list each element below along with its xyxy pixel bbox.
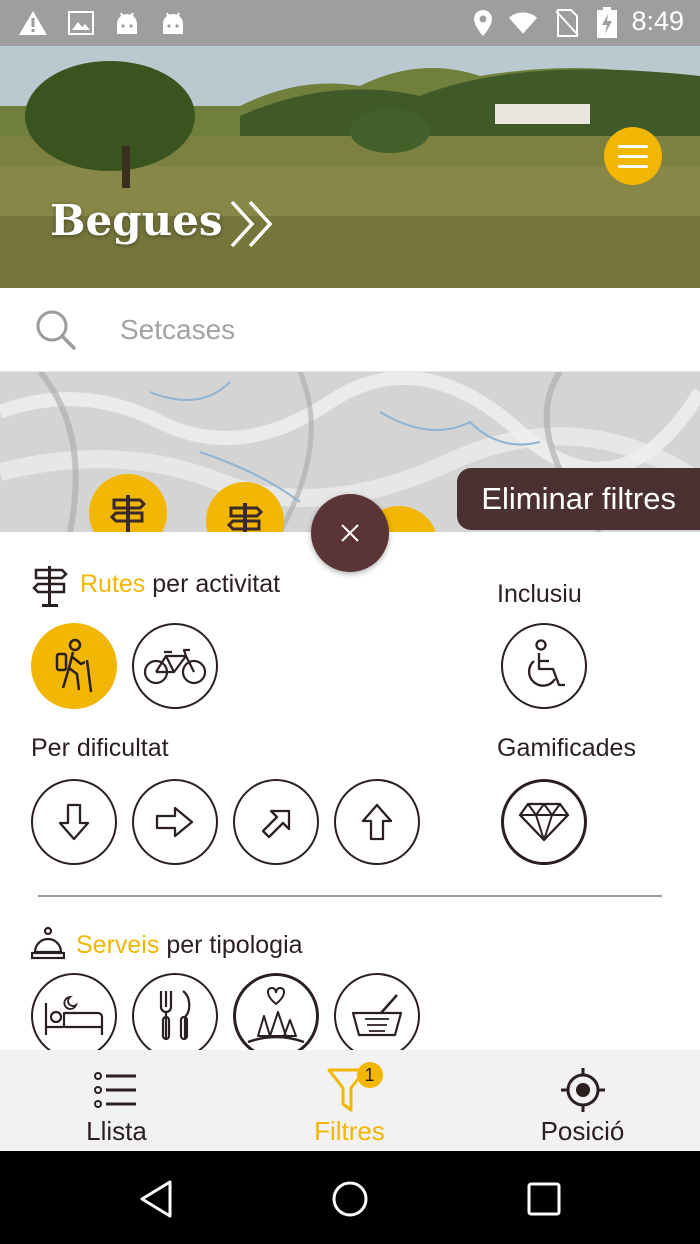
service-bell-icon: [30, 926, 66, 962]
inclusive-label: Inclusiu: [497, 580, 582, 608]
bicycle-icon: [143, 648, 207, 685]
nav-filters-label: Filtres: [314, 1116, 385, 1146]
battery-charging-icon: [592, 7, 622, 38]
warning-icon: [18, 8, 48, 38]
nav-list-label: Llista: [86, 1116, 147, 1146]
difficulty-easy-button[interactable]: [31, 779, 117, 865]
list-icon: [92, 1066, 142, 1114]
hamburger-icon: [618, 144, 648, 148]
close-filters-button[interactable]: [311, 494, 389, 572]
nav-list[interactable]: Llista: [0, 1050, 233, 1151]
nav-position-label: Posició: [540, 1116, 625, 1146]
android-icon: [158, 8, 188, 38]
search-bar: [0, 288, 700, 372]
status-time: 8:49: [631, 6, 684, 36]
no-sim-icon: [552, 8, 582, 38]
recents-icon[interactable]: [522, 1177, 566, 1221]
arrow-up-icon: [361, 803, 393, 841]
service-nature-button[interactable]: [233, 973, 319, 1050]
home-icon[interactable]: [328, 1177, 372, 1221]
arrow-up-right-icon: [261, 809, 291, 839]
arrow-down-icon: [58, 803, 90, 841]
arrow-right-icon: [155, 806, 194, 838]
gamified-button[interactable]: [501, 779, 587, 865]
hero-banner[interactable]: Begues: [0, 46, 700, 288]
cutlery-icon: [159, 990, 191, 1041]
service-accommodation-button[interactable]: [31, 973, 117, 1050]
close-icon: [341, 524, 359, 542]
crosshair-icon: [558, 1066, 608, 1114]
back-icon[interactable]: [134, 1177, 178, 1221]
status-bar: 8:49: [0, 0, 700, 46]
inclusive-button[interactable]: [501, 623, 587, 709]
wifi-icon: [508, 8, 538, 38]
clear-filters-button[interactable]: Eliminar filtres: [457, 468, 700, 530]
filter-count-badge: 1: [356, 1062, 383, 1088]
wheelchair-icon: [527, 639, 565, 687]
difficulty-label: Per dificultat: [31, 734, 169, 762]
system-navigation-bar: [0, 1151, 700, 1244]
filter-icon: 1: [325, 1062, 383, 1114]
services-section-title: Serveis per tipologia: [76, 931, 303, 959]
diamond-icon: [518, 802, 570, 842]
search-input[interactable]: [120, 308, 640, 352]
difficulty-hard-button[interactable]: [233, 779, 319, 865]
section-divider: [38, 895, 662, 897]
activity-bicycle-button[interactable]: [132, 623, 218, 709]
nav-position[interactable]: Posició: [466, 1050, 699, 1151]
signpost-icon: [32, 564, 68, 608]
service-shop-button[interactable]: [334, 973, 420, 1050]
service-restaurant-button[interactable]: [132, 973, 218, 1050]
search-icon[interactable]: [34, 308, 78, 352]
image-icon: [66, 8, 96, 38]
hero-title: Begues: [50, 196, 223, 245]
activity-hiking-button[interactable]: [31, 623, 117, 709]
nature-icon: [247, 986, 305, 1044]
menu-button[interactable]: [604, 127, 662, 185]
gamified-label: Gamificades: [497, 734, 636, 762]
landscape-photo: [0, 46, 700, 288]
difficulty-moderate-button[interactable]: [132, 779, 218, 865]
hiking-icon: [55, 638, 93, 693]
difficulty-very-hard-button[interactable]: [334, 779, 420, 865]
double-chevron-right-icon[interactable]: [228, 196, 280, 252]
filters-panel: Rutes per activitat Inclusiu Per dificul…: [0, 532, 700, 1050]
bed-icon: [44, 995, 104, 1035]
bottom-navigation: Llista 1 Filtres Posició: [0, 1050, 700, 1151]
location-icon: [468, 8, 498, 38]
android-icon: [112, 8, 142, 38]
routes-section-title: Rutes per activitat: [80, 570, 281, 598]
nav-filters[interactable]: 1 Filtres: [233, 1050, 466, 1151]
basket-icon: [351, 994, 403, 1037]
